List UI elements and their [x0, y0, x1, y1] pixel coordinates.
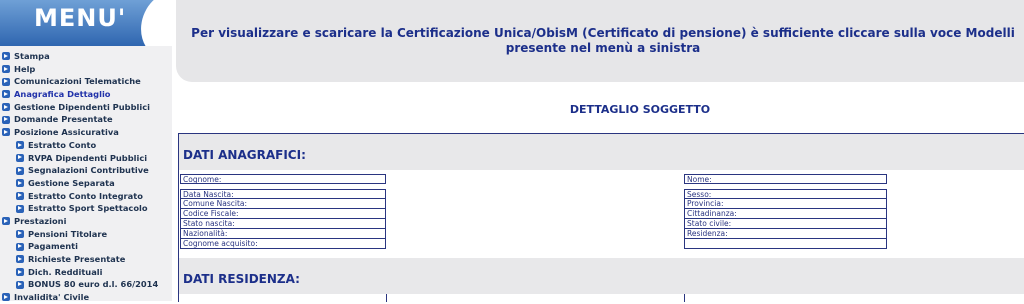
arrow-right-icon [16, 141, 24, 150]
arrow-right-icon [2, 115, 10, 124]
arrow-right-icon [16, 280, 24, 289]
sidebar-item-estratto-sport-spettacolo[interactable]: Estratto Sport Spettacolo [0, 202, 172, 215]
sidebar-item-estratto-conto-integrato[interactable]: Estratto Conto Integrato [0, 190, 172, 203]
subject-detail-form: DATI ANAGRAFICI: Cognome: Nome: Data Nas… [178, 133, 1024, 302]
sidebar-item-anagrafica-dettaglio[interactable]: Anagrafica Dettaglio [0, 88, 172, 101]
sidebar-item-bonus-80-euro[interactable]: BONUS 80 euro d.l. 66/2014 [0, 278, 172, 291]
arrow-right-icon [16, 229, 24, 238]
sidebar-item-pagamenti[interactable]: Pagamenti [0, 240, 172, 253]
sidebar-item-estratto-conto[interactable]: Estratto Conto [0, 139, 172, 152]
menu-title: MENU' [34, 4, 127, 32]
field-stato-civile: Stato civile: [684, 219, 887, 229]
arrow-right-icon [16, 204, 24, 213]
arrow-right-icon [16, 179, 24, 188]
field-residenza: Residenza: [684, 229, 887, 239]
arrow-right-icon [2, 128, 10, 137]
section-title-anagrafici: DATI ANAGRAFICI: [183, 148, 306, 162]
field-data-nascita: Data Nascita: [180, 189, 386, 199]
banner-curve [130, 0, 172, 46]
menu-list: Stampa Help Comunicazioni Telematiche An… [0, 50, 172, 304]
arrow-right-icon [16, 191, 24, 200]
field-sesso: Sesso: [684, 189, 887, 199]
sidebar-item-richieste-presentate[interactable]: Richieste Presentate [0, 253, 172, 266]
arrow-right-icon [2, 52, 10, 61]
section-title-residenza: DATI RESIDENZA: [183, 272, 300, 286]
sidebar-item-comunicazioni-telematiche[interactable]: Comunicazioni Telematiche [0, 75, 172, 88]
field-provincia: Provincia: [684, 199, 887, 209]
arrow-right-icon [2, 217, 10, 226]
field-nome: Nome: [684, 174, 887, 184]
sidebar-item-posizione-assicurativa[interactable]: Posizione Assicurativa [0, 126, 172, 139]
field-codice-fiscale: Codice Fiscale: [180, 209, 386, 219]
detail-heading: DETTAGLIO SOGGETTO [569, 103, 711, 116]
section-dati-residenza: DATI RESIDENZA: [179, 258, 1024, 294]
sidebar-item-invalidita-civile[interactable]: Invalidita' Civile [0, 291, 172, 304]
menu-banner: MENU' [0, 0, 172, 46]
field-cognome: Cognome: [180, 174, 386, 184]
sidebar-item-dich-reddituali[interactable]: Dich. Reddituali [0, 266, 172, 279]
arrow-right-icon [2, 103, 10, 112]
arrow-right-icon [16, 242, 24, 251]
arrow-right-icon [2, 77, 10, 86]
arrow-right-icon [16, 255, 24, 264]
arrow-right-icon [16, 153, 24, 162]
arrow-right-icon [16, 166, 24, 175]
info-message: Per visualizzare e scaricare la Certific… [191, 26, 1015, 55]
arrow-right-icon [2, 65, 10, 74]
field-nazionalita: Nazionalità: [180, 229, 386, 239]
arrow-right-icon [16, 268, 24, 277]
sidebar-item-pensioni-titolare[interactable]: Pensioni Titolare [0, 228, 172, 241]
arrow-right-icon [2, 90, 10, 99]
section-dati-anagrafici: DATI ANAGRAFICI: [179, 134, 1024, 170]
sidebar: MENU' Stampa Help Comunicazioni Telemati… [0, 0, 172, 304]
sidebar-item-stampa[interactable]: Stampa [0, 50, 172, 63]
field-comune-nascita: Comune Nascita: [180, 199, 386, 209]
sidebar-item-segnalazioni-contributive[interactable]: Segnalazioni Contributive [0, 164, 172, 177]
sidebar-item-domande-presentate[interactable]: Domande Presentate [0, 113, 172, 126]
sidebar-item-help[interactable]: Help [0, 63, 172, 76]
sidebar-item-rvpa-dipendenti-pubblici[interactable]: RVPA Dipendenti Pubblici [0, 152, 172, 165]
sidebar-item-gestione-separata[interactable]: Gestione Separata [0, 177, 172, 190]
info-panel: Per visualizzare e scaricare la Certific… [176, 0, 1024, 82]
field-stato-nascita: Stato nascita: [180, 219, 386, 229]
sidebar-item-gestione-dipendenti-pubblici[interactable]: Gestione Dipendenti Pubblici [0, 101, 172, 114]
field-cognome-acquisito: Cognome acquisito: [180, 239, 386, 249]
arrow-right-icon [2, 293, 10, 302]
field-empty [684, 239, 887, 249]
field-cittadinanza: Cittadinanza: [684, 209, 887, 219]
sidebar-item-prestazioni[interactable]: Prestazioni [0, 215, 172, 228]
